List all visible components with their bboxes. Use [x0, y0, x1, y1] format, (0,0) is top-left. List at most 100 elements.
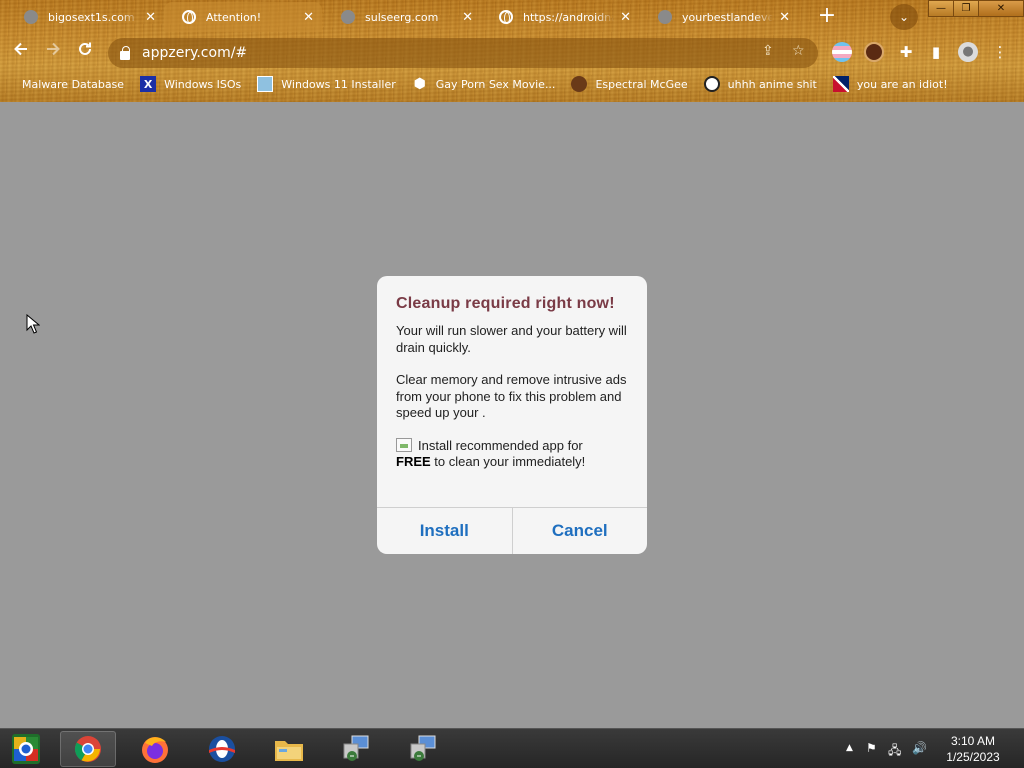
mouse-cursor-icon [26, 314, 40, 334]
scam-dialog: Cleanup required right now! Your will ru… [377, 276, 647, 554]
install-text-2: to clean your immediately! [430, 454, 586, 469]
close-icon[interactable]: ✕ [145, 10, 156, 25]
dialog-paragraph-1: Your will run slower and your battery wi… [396, 323, 627, 355]
bookmark-windows-11-installer[interactable]: Windows 11 Installer [257, 76, 396, 92]
system-tray: ▲ ⚑ 🖧 🔊 3:10 AM 1/25/2023 [824, 729, 1024, 768]
start-button[interactable] [6, 731, 46, 767]
cancel-button[interactable]: Cancel [511, 508, 648, 554]
bookmark-anime[interactable]: uhhh anime shit [703, 76, 817, 92]
dialog-install-line: Install recommended app for FREE to clea… [396, 437, 631, 471]
cube-icon: ⬢ [413, 76, 426, 92]
picture-icon [257, 76, 274, 92]
taskbar-network-setup-1[interactable] [328, 731, 384, 767]
tab-title: Attention! [206, 10, 262, 24]
reload-button[interactable] [72, 40, 98, 66]
free-text: FREE [396, 454, 431, 469]
reload-icon [79, 42, 91, 55]
x-icon: X [140, 76, 157, 92]
tab-title: yourbestlandever [682, 10, 774, 24]
install-text-1: Install recommended app for [418, 437, 583, 453]
close-icon[interactable]: ✕ [303, 10, 314, 25]
menu-kebab-icon[interactable]: ⋮ [990, 42, 1010, 62]
tab-bigosextls[interactable]: bigosext1s.com ✕ [6, 2, 164, 32]
tab-title: bigosext1s.com [48, 10, 135, 24]
trans-flag-extension-icon[interactable] [832, 42, 852, 62]
avatar-extension-icon[interactable] [864, 42, 884, 62]
tab-androidna[interactable]: https://androidna ✕ [481, 2, 639, 32]
dialog-paragraph-2: Clear memory and remove intrusive ads fr… [396, 372, 627, 420]
uk-flag-icon [832, 76, 849, 92]
tab-strip: bigosext1s.com ✕ Attention! ✕ sulseerg.c… [0, 0, 1024, 34]
restore-button[interactable]: ❐ [953, 0, 979, 17]
close-icon[interactable]: ✕ [462, 10, 473, 25]
forward-arrow-icon [47, 42, 60, 56]
close-icon[interactable]: ✕ [620, 10, 631, 25]
character-icon [571, 76, 588, 92]
tab-title: https://androidna [523, 10, 615, 24]
dialog-title: Cleanup required right now! [396, 295, 615, 312]
tab-search-button[interactable]: ⌄ [890, 4, 918, 30]
tab-yourbestlandever[interactable]: yourbestlandever ✕ [640, 2, 798, 32]
taskbar-opera[interactable] [194, 731, 250, 767]
bookmark-espectral-mcgee[interactable]: Espectral McGee [571, 76, 688, 92]
network-setup-icon [343, 735, 369, 761]
clock[interactable]: 3:10 AM 1/25/2023 [938, 733, 1008, 765]
action-center-flag-icon[interactable]: ⚑ [866, 741, 877, 755]
profile-icon[interactable]: ● [958, 42, 978, 62]
install-button[interactable]: Install [377, 508, 512, 554]
dialog-buttons: Install Cancel [377, 507, 647, 554]
bookmarks-bar: Malware Database X Windows ISOs Windows … [0, 72, 1024, 96]
bookmark-label: uhhh anime shit [727, 77, 817, 91]
bookmark-label: Malware Database [22, 77, 125, 91]
taskbar-network-setup-2[interactable] [395, 731, 451, 767]
url-text: appzery.com/# [142, 45, 248, 61]
anime-icon [703, 76, 720, 92]
taskbar: ▲ ⚑ 🖧 🔊 3:10 AM 1/25/2023 [0, 728, 1024, 768]
puzzle-icon[interactable]: ✚ [896, 42, 916, 62]
clock-date: 1/25/2023 [946, 750, 1000, 764]
network-icon[interactable]: 🖧 [888, 741, 901, 762]
bookmark-label: Windows 11 Installer [281, 77, 396, 91]
minimize-button[interactable]: — [928, 0, 954, 17]
window-close-button[interactable]: ✕ [978, 0, 1024, 17]
globe-icon [182, 10, 196, 24]
clock-time: 3:10 AM [950, 734, 996, 748]
address-bar[interactable]: appzery.com/# ⇪ ☆ [108, 38, 818, 68]
firefox-icon [142, 737, 168, 763]
bookmark-you-are-an-idiot[interactable]: you are an idiot! [832, 76, 948, 92]
forward-button[interactable] [40, 40, 66, 66]
browser-chrome: bigosext1s.com ✕ Attention! ✕ sulseerg.c… [0, 0, 1024, 102]
dialog-body: Your will run slower and your battery wi… [396, 323, 631, 471]
taskbar-chrome[interactable] [60, 731, 116, 767]
globe-icon [499, 10, 513, 24]
new-tab-button[interactable]: + [814, 4, 840, 30]
close-icon[interactable]: ✕ [779, 10, 790, 25]
bookmark-label: Windows ISOs [164, 77, 242, 91]
volume-icon[interactable]: 🔊 [912, 741, 927, 755]
file-explorer-icon [275, 741, 303, 761]
gray-circle-icon [658, 10, 672, 24]
gray-circle-icon [24, 10, 38, 24]
bookmark-star-icon[interactable]: ☆ [792, 43, 805, 59]
show-hidden-icons[interactable]: ▲ [846, 743, 853, 753]
start-icon [12, 734, 40, 764]
taskbar-file-explorer[interactable] [261, 731, 317, 767]
back-arrow-icon [14, 42, 27, 56]
broken-image-icon [396, 437, 412, 452]
tab-attention[interactable]: Attention! ✕ [164, 2, 322, 32]
chrome-icon [74, 736, 101, 762]
bookmark-label: Espectral McGee [595, 77, 688, 91]
tab-sulseerg[interactable]: sulseerg.com ✕ [323, 2, 481, 32]
back-button[interactable] [8, 40, 34, 66]
network-setup-icon [410, 735, 436, 761]
lock-icon [120, 45, 130, 60]
bookmark-label: Gay Porn Sex Movie... [435, 77, 556, 91]
bookmark-windows-isos[interactable]: X Windows ISOs [140, 76, 241, 92]
taskbar-firefox[interactable] [127, 731, 183, 767]
share-icon[interactable]: ⇪ [762, 43, 774, 59]
opera-icon [209, 736, 235, 762]
tab-title: sulseerg.com [365, 10, 439, 24]
bookmark-malware-database[interactable]: Malware Database [14, 76, 124, 92]
bookmark-gay-porn[interactable]: ⬢ Gay Porn Sex Movie... [412, 76, 556, 92]
side-panel-icon[interactable]: ▮ [926, 42, 946, 62]
